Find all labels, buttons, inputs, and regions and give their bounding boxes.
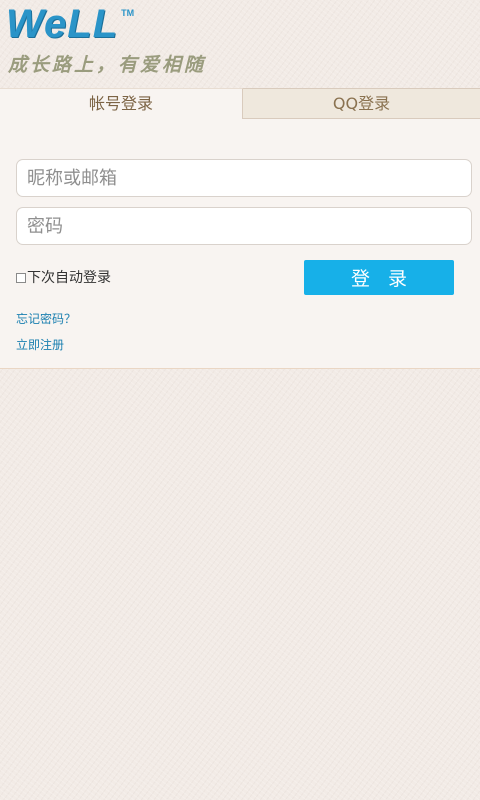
register-link[interactable]: 立即注册: [16, 336, 64, 353]
login-tabs: 帐号登录 QQ登录: [0, 88, 480, 119]
brand-slogan: 成长路上，有爱相随: [8, 54, 207, 76]
logo-wordmark: WeLL: [6, 2, 119, 46]
forgot-password-link[interactable]: 忘记密码？: [16, 310, 76, 327]
brand-logo: WeLL TM: [6, 2, 134, 46]
login-button[interactable]: 登 录: [304, 260, 454, 295]
tab-account-login[interactable]: 帐号登录: [0, 88, 243, 119]
remember-label: 下次自动登录: [27, 270, 111, 286]
password-input[interactable]: [16, 207, 472, 245]
username-input[interactable]: [16, 159, 472, 197]
remember-me[interactable]: 下次自动登录: [16, 267, 111, 287]
login-panel: 下次自动登录 登 录 忘记密码？ 立即注册: [0, 119, 480, 369]
trademark-mark: TM: [121, 8, 135, 18]
app-header: WeLL TM 成长路上，有爱相随: [0, 0, 480, 88]
tab-qq-login[interactable]: QQ登录: [243, 88, 480, 119]
remember-checkbox[interactable]: [16, 273, 26, 283]
